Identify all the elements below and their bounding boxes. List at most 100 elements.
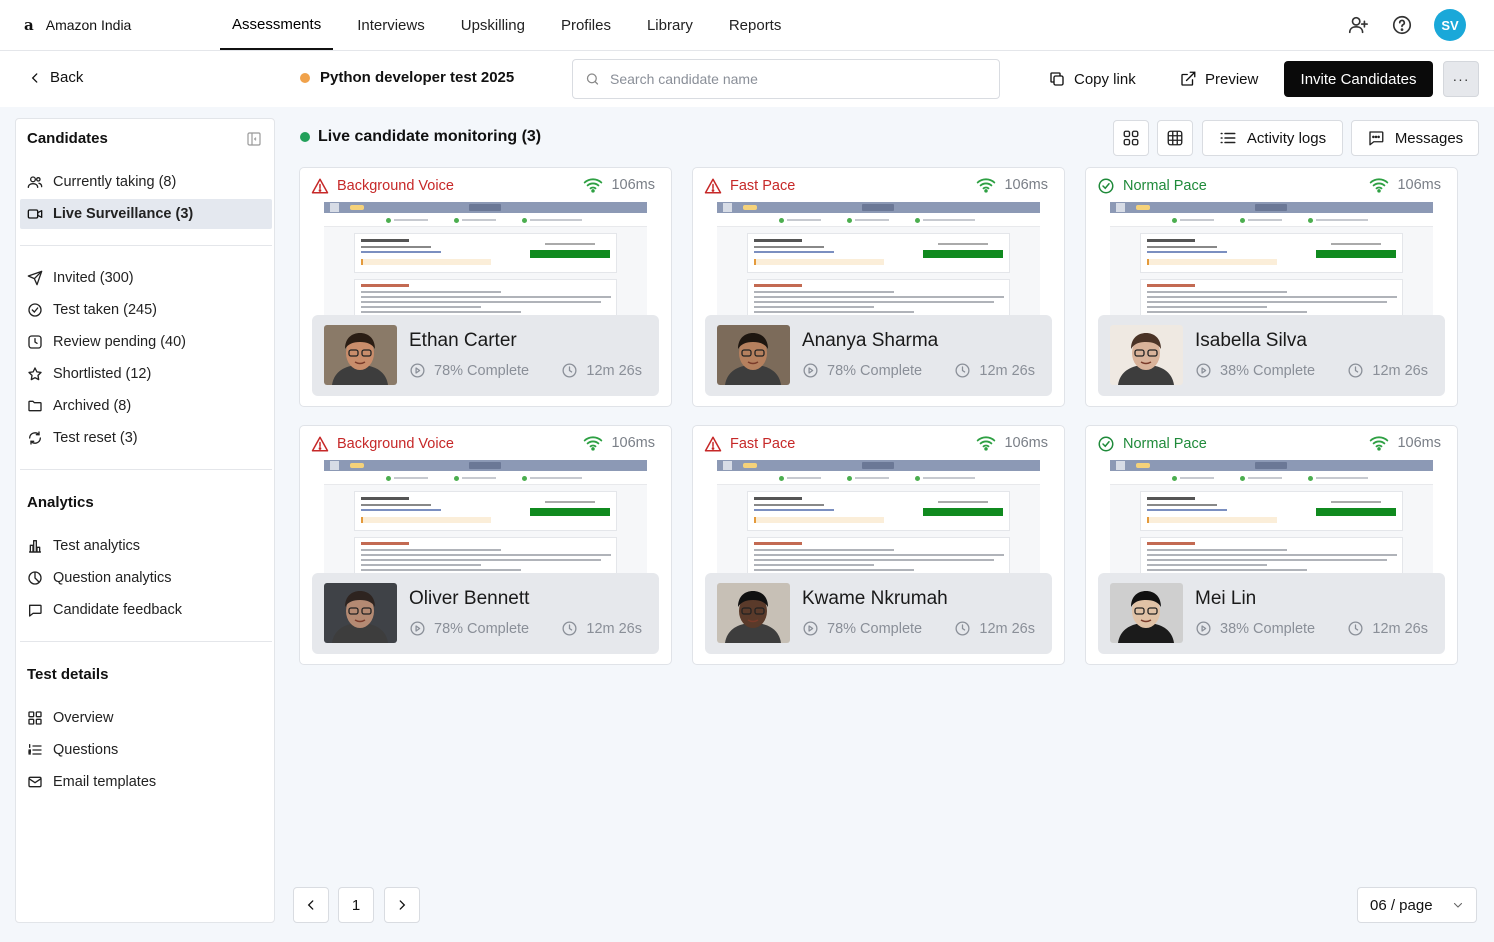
sidebar-item-currently-taking[interactable]: Currently taking (8): [27, 167, 264, 197]
sidebar-item-label: Live Surveillance (3): [53, 206, 194, 222]
refresh-icon: [27, 430, 43, 446]
mail-icon: [27, 774, 43, 790]
chevron-down-icon: [1453, 902, 1463, 908]
clock-icon: [954, 362, 971, 379]
back-button[interactable]: Back: [28, 69, 83, 86]
sidebar-item-question-analytics[interactable]: Question analytics: [27, 563, 264, 593]
sidebar-item-questions[interactable]: Questions: [27, 735, 264, 765]
candidate-info: Ethan Carter 78% Complete 12m 26s: [312, 315, 659, 396]
proctor-status: Fast Pace: [704, 177, 795, 195]
sidebar-item-test-reset[interactable]: Test reset (3): [27, 423, 264, 453]
sidebar-item-test-analytics[interactable]: Test analytics: [27, 531, 264, 561]
sidebar-item-shortlisted[interactable]: Shortlisted (12): [27, 359, 264, 389]
candidate-elapsed-time: 12m 26s: [1347, 620, 1428, 637]
more-options-button[interactable]: ···: [1443, 61, 1479, 97]
invite-candidates-button[interactable]: Invite Candidates: [1284, 61, 1433, 97]
test-title-text: Python developer test 2025: [320, 69, 515, 86]
screen-feed-thumbnail[interactable]: [1110, 460, 1433, 580]
screen-feed-thumbnail[interactable]: [717, 202, 1040, 322]
sidebar-item-candidate-feedback[interactable]: Candidate feedback: [27, 595, 264, 625]
proctor-status-label: Background Voice: [337, 436, 454, 452]
candidate-progress: 38% Complete: [1195, 362, 1315, 379]
candidate-card[interactable]: Fast Pace 106ms: [692, 167, 1065, 407]
screen-feed-thumbnail[interactable]: [1110, 202, 1433, 322]
monitoring-heading: Live candidate monitoring (3): [300, 128, 541, 146]
play-circle-icon: [802, 362, 819, 379]
nav-interviews[interactable]: Interviews: [339, 0, 443, 50]
nav-assessments[interactable]: Assessments: [220, 0, 334, 50]
next-page-button[interactable]: [384, 887, 420, 923]
per-page-select[interactable]: 06 / page: [1357, 887, 1477, 923]
amazon-logo-icon: a: [24, 16, 34, 34]
clock-icon: [1347, 620, 1364, 637]
messages-button[interactable]: Messages: [1351, 120, 1479, 156]
grid-view-button[interactable]: [1113, 120, 1149, 156]
brand[interactable]: a Amazon India: [24, 0, 131, 50]
candidate-card[interactable]: Normal Pace 106ms: [1085, 425, 1458, 665]
sidebar-item-archived[interactable]: Archived (8): [27, 391, 264, 421]
page-number-button[interactable]: 1: [338, 887, 374, 923]
candidate-elapsed-time: 12m 26s: [1347, 362, 1428, 379]
sidebar-item-review-pending[interactable]: Review pending (40): [27, 327, 264, 357]
candidate-card[interactable]: Normal Pace 106ms: [1085, 167, 1458, 407]
help-icon[interactable]: [1390, 13, 1414, 37]
preview-button[interactable]: Preview: [1179, 61, 1258, 97]
screen-feed-thumbnail[interactable]: [324, 202, 647, 322]
copy-icon: [1050, 72, 1064, 86]
proctor-status-label: Fast Pace: [730, 436, 796, 452]
sidebar: Candidates Currently taking (8) Live Sur…: [15, 118, 275, 923]
progress-label: 38% Complete: [1220, 620, 1316, 637]
nav-library[interactable]: Library: [629, 0, 711, 50]
sidebar-item-label: Candidate feedback: [53, 602, 182, 618]
sidebar-item-live-surveillance[interactable]: Live Surveillance (3): [20, 199, 272, 229]
clock-icon: [1347, 362, 1364, 379]
candidate-name: Mei Lin: [1195, 588, 1257, 609]
candidate-card[interactable]: Background Voice 106ms: [299, 425, 672, 665]
sidebar-item-overview[interactable]: Overview: [27, 703, 264, 733]
candidate-photo: [717, 325, 790, 385]
prev-page-button[interactable]: [293, 887, 329, 923]
candidate-info: Oliver Bennett 78% Complete 12m 26s: [312, 573, 659, 654]
sidebar-item-email-templates[interactable]: Email templates: [27, 767, 264, 797]
grid-icon: [1123, 130, 1139, 146]
screen-feed-thumbnail[interactable]: [324, 460, 647, 580]
progress-label: 78% Complete: [827, 620, 923, 637]
search-input[interactable]: [610, 71, 987, 87]
nav-upskilling[interactable]: Upskilling: [443, 0, 543, 50]
nav-reports[interactable]: Reports: [711, 0, 800, 50]
candidate-card[interactable]: Background Voice 106ms: [299, 167, 672, 407]
activity-logs-button[interactable]: Activity logs: [1202, 120, 1343, 156]
proctor-status-label: Fast Pace: [730, 178, 796, 194]
chevron-left-icon: [31, 72, 38, 83]
clock-icon: [27, 334, 43, 350]
screen-feed-thumbnail[interactable]: [717, 460, 1040, 580]
sidebar-item-test-taken[interactable]: Test taken (245): [27, 295, 264, 325]
proctor-status: Normal Pace: [1097, 435, 1207, 453]
sidebar-item-label: Email templates: [53, 774, 157, 790]
connection-latency: 106ms: [976, 177, 1048, 193]
preview-label: Preview: [1205, 70, 1259, 88]
table-view-button[interactable]: [1157, 120, 1193, 156]
candidate-progress: 78% Complete: [802, 620, 922, 637]
test-details-heading: Test details: [27, 666, 109, 683]
check-circle-icon: [1097, 177, 1115, 195]
copy-link-button[interactable]: Copy link: [1048, 61, 1136, 97]
send-icon: [27, 270, 43, 286]
warning-triangle-icon: [704, 435, 722, 453]
candidate-card[interactable]: Fast Pace 106ms: [692, 425, 1065, 665]
sidebar-item-invited[interactable]: Invited (300): [27, 263, 264, 293]
candidate-name: Isabella Silva: [1195, 330, 1307, 351]
nav-profiles[interactable]: Profiles: [543, 0, 629, 50]
warning-triangle-icon: [311, 435, 329, 453]
monitoring-heading-text: Live candidate monitoring (3): [318, 128, 542, 145]
add-user-icon[interactable]: [1346, 13, 1370, 37]
candidate-photo: [1110, 583, 1183, 643]
sidebar-item-label: Currently taking (8): [53, 174, 177, 190]
progress-label: 78% Complete: [827, 362, 923, 379]
list-icon: [27, 742, 43, 758]
play-circle-icon: [409, 620, 426, 637]
collapse-sidebar-icon[interactable]: [246, 131, 262, 147]
warning-triangle-icon: [311, 177, 329, 195]
wifi-icon: [583, 177, 603, 193]
user-avatar[interactable]: SV: [1434, 9, 1466, 41]
